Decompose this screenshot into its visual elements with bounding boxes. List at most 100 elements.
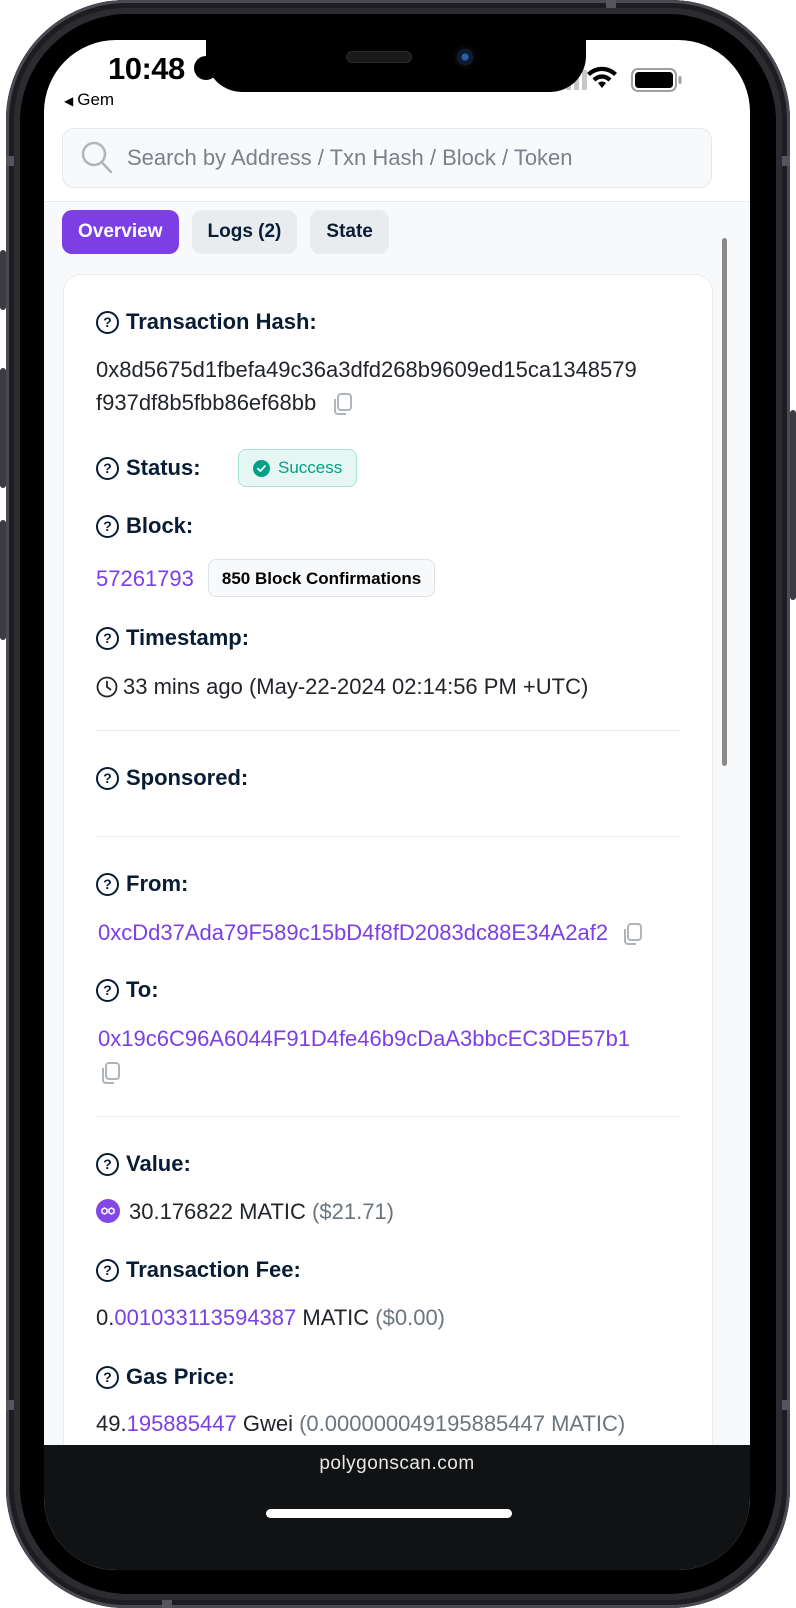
- tab-overview[interactable]: Overview: [62, 210, 179, 254]
- from-address-link[interactable]: 0xcDd37Ada79F589c15bD4f8fD2083dc88E34A2a…: [98, 920, 608, 945]
- sponsored-section: ? Sponsored:: [96, 765, 686, 791]
- divider: [96, 730, 680, 731]
- tx-hash-label-text: Transaction Hash:: [126, 309, 317, 334]
- search-input[interactable]: [127, 145, 587, 171]
- help-icon[interactable]: ?: [96, 514, 119, 538]
- to-section: ? To:: [96, 977, 686, 1003]
- tx-fee-value: 0.001033113594387 MATIC ($0.00): [96, 1301, 686, 1334]
- search-header: [44, 110, 750, 202]
- block-value: 57261793 850 Block Confirmations: [96, 559, 686, 597]
- browser-bottom-bar: polygonscan.com: [44, 1445, 750, 1570]
- antenna-band: [782, 1400, 790, 1410]
- copy-icon[interactable]: [332, 392, 354, 416]
- antenna-band: [606, 0, 616, 8]
- copy-icon[interactable]: [100, 1061, 122, 1085]
- battery-icon: [631, 68, 682, 92]
- value-matic: 30.176822 MATIC: [129, 1199, 306, 1224]
- tx-hash-line2: f937df8b5fbb86ef68bb: [96, 390, 317, 415]
- front-camera: [453, 45, 477, 69]
- check-circle-icon: [253, 459, 270, 477]
- status-label: ? Status:: [96, 455, 238, 481]
- timestamp-text: 33 mins ago (May-22-2024 02:14:56 PM +UT…: [123, 674, 589, 699]
- block-label: ? Block:: [96, 513, 686, 539]
- gas-price-section: ? Gas Price:: [96, 1364, 686, 1390]
- status-section: ? Status: Success: [96, 449, 686, 487]
- clock-icon: [96, 676, 118, 697]
- status-time: 10:48: [108, 51, 185, 86]
- value-label: ? Value:: [96, 1151, 686, 1177]
- to-address-link[interactable]: 0x19c6C96A6044F91D4fe46b9cDaA3bbcEC3DE57…: [98, 1022, 698, 1055]
- timestamp-label: ? Timestamp:: [96, 625, 686, 651]
- help-icon[interactable]: ?: [96, 456, 119, 480]
- status-label-text: Status:: [126, 455, 201, 480]
- to-label-text: To:: [126, 977, 159, 1002]
- back-to-app[interactable]: ◀ Gem: [64, 90, 114, 110]
- from-label: ? From:: [96, 871, 686, 897]
- block-label-text: Block:: [126, 513, 194, 538]
- tab-logs[interactable]: Logs (2): [191, 210, 298, 254]
- scrollbar[interactable]: [722, 238, 727, 766]
- overview-card: ? Transaction Hash: 0x8d5675d1fbefa49c36…: [63, 274, 713, 1445]
- sponsored-label: ? Sponsored:: [96, 765, 686, 791]
- help-icon[interactable]: ?: [96, 766, 119, 790]
- divider: [96, 1116, 680, 1117]
- antenna-band: [162, 1600, 172, 1608]
- tab-state[interactable]: State: [310, 210, 389, 254]
- help-icon[interactable]: ?: [96, 1152, 119, 1176]
- to-value: 0x19c6C96A6044F91D4fe46b9cDaA3bbcEC3DE57…: [98, 1022, 698, 1088]
- tx-hash-label: ? Transaction Hash:: [96, 309, 686, 335]
- gas-price-decimals: 195885447: [126, 1411, 237, 1436]
- gas-price-int: 49.: [96, 1411, 127, 1436]
- tx-fee-label-text: Transaction Fee:: [126, 1257, 301, 1282]
- antenna-band: [782, 156, 790, 166]
- block-section: ? Block:: [96, 513, 686, 539]
- speaker: [346, 51, 412, 63]
- tx-fee-unit: MATIC: [296, 1305, 370, 1330]
- help-icon[interactable]: ?: [96, 1258, 119, 1282]
- back-app-label: Gem: [77, 90, 115, 109]
- gas-price-matic: (0.000000049195885447 MATIC): [292, 1411, 626, 1436]
- value-usd: ($21.71): [312, 1199, 394, 1224]
- value-label-text: Value:: [126, 1151, 191, 1176]
- tx-hash-section: ? Transaction Hash:: [96, 309, 686, 335]
- tx-fee-int: 0.: [96, 1305, 115, 1330]
- wifi-icon: [587, 66, 617, 88]
- value-section: ? Value:: [96, 1151, 686, 1177]
- power-button: [790, 410, 796, 600]
- help-icon[interactable]: ?: [96, 310, 119, 334]
- status-text: Success: [278, 458, 343, 477]
- tx-hash-value: 0x8d5675d1fbefa49c36a3dfd268b9609ed15ca1…: [96, 353, 696, 419]
- tx-fee-decimals: 001033113594387: [114, 1305, 297, 1330]
- browser-url[interactable]: polygonscan.com: [44, 1453, 750, 1475]
- screen: 10:48 ◀Gem Overview Logs (2) State: [44, 40, 750, 1570]
- sponsored-label-text: Sponsored:: [126, 765, 249, 790]
- gas-price-value: 49.195885447 Gwei (0.000000049195885447 …: [96, 1407, 716, 1440]
- notch: [206, 40, 586, 92]
- help-icon[interactable]: ?: [96, 626, 119, 650]
- to-label: ? To:: [96, 977, 686, 1003]
- antenna-band: [6, 156, 14, 166]
- home-indicator[interactable]: [266, 1509, 512, 1518]
- help-icon[interactable]: ?: [96, 978, 119, 1002]
- help-icon[interactable]: ?: [96, 872, 119, 896]
- help-icon[interactable]: ?: [96, 1365, 119, 1389]
- volume-down-button: [0, 520, 6, 640]
- copy-icon[interactable]: [622, 922, 644, 946]
- value-amount: 30.176822 MATIC ($21.71): [96, 1195, 686, 1228]
- volume-up-button: [0, 368, 6, 488]
- confirmations-badge: 850 Block Confirmations: [207, 559, 436, 597]
- gas-price-label: ? Gas Price:: [96, 1364, 686, 1390]
- timestamp-value: 33 mins ago (May-22-2024 02:14:56 PM +UT…: [96, 670, 686, 703]
- matic-token-icon: [96, 1199, 120, 1224]
- antenna-band: [6, 1400, 14, 1410]
- tx-fee-label: ? Transaction Fee:: [96, 1257, 686, 1283]
- tx-fee-usd: ($0.00): [369, 1305, 446, 1330]
- search-bar[interactable]: [62, 128, 712, 188]
- gas-price-label-text: Gas Price:: [126, 1364, 235, 1389]
- block-number-link[interactable]: 57261793: [96, 562, 194, 595]
- gas-price-unit: Gwei: [236, 1411, 293, 1436]
- from-section: ? From:: [96, 871, 686, 897]
- timestamp-label-text: Timestamp:: [126, 625, 250, 650]
- from-value: 0xcDd37Ada79F589c15bD4f8fD2083dc88E34A2a…: [98, 916, 698, 949]
- back-triangle-icon: ◀: [64, 94, 74, 108]
